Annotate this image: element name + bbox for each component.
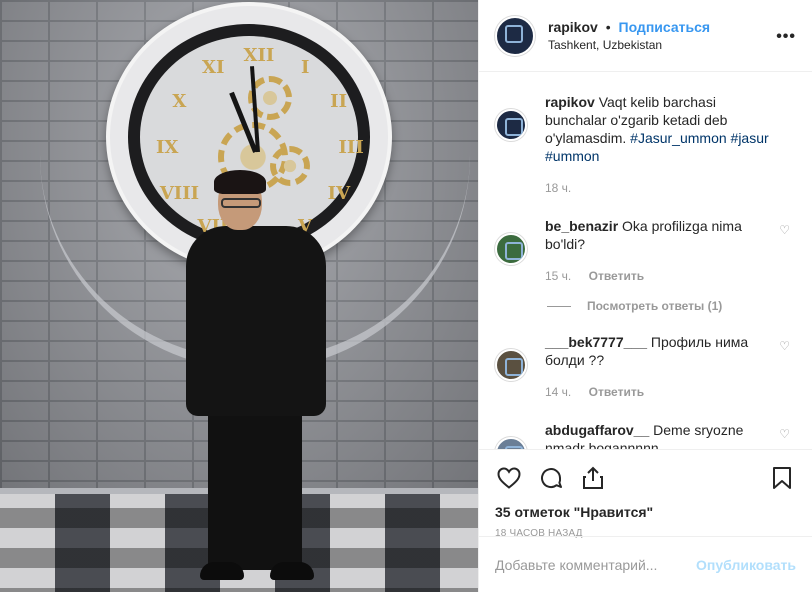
action-icons bbox=[495, 458, 796, 498]
clock-numeral: I bbox=[301, 56, 310, 78]
person-legs bbox=[208, 400, 302, 570]
post-photo[interactable]: XIIIIIIIIIVVVIVIIVIIIIXXXI bbox=[0, 0, 478, 592]
clock-numeral: XI bbox=[202, 56, 225, 78]
person-figure bbox=[180, 170, 330, 590]
comment-meta: 15 ч. Ответить bbox=[545, 267, 771, 285]
clock-numeral: XII bbox=[243, 44, 275, 66]
author-avatar[interactable] bbox=[495, 15, 535, 56]
person-suit bbox=[186, 226, 326, 416]
likes-count[interactable]: 35 отметок "Нравится" bbox=[495, 504, 796, 520]
caption: rapikov Vaqt kelib barchasi bunchalar o'… bbox=[495, 93, 796, 197]
bookmark-icon[interactable] bbox=[768, 464, 796, 492]
caption-author-avatar[interactable] bbox=[495, 109, 527, 141]
like-comment-heart-icon[interactable]: ♡ bbox=[779, 339, 790, 353]
comment-meta: 14 ч. Ответить bbox=[545, 383, 771, 401]
add-comment-bar: Опубликовать bbox=[479, 536, 812, 592]
caption-time: 18 ч. bbox=[545, 181, 572, 195]
more-options-icon[interactable]: ••• bbox=[776, 28, 796, 46]
comment-username[interactable]: ___bek7777___ bbox=[545, 334, 647, 350]
comment-input[interactable] bbox=[495, 556, 697, 573]
list-item: abdugaffarov__ Deme sryozne nmadr bogann… bbox=[495, 421, 796, 449]
reply-button[interactable]: Ответить bbox=[589, 269, 644, 283]
view-replies-line bbox=[547, 305, 571, 307]
person-glasses bbox=[221, 198, 261, 208]
comment-body: be_benazir Oka profilizga nima bo'ldi? 1… bbox=[545, 217, 771, 285]
commenter-avatar[interactable] bbox=[495, 437, 527, 449]
instagram-post-modal: XIIIIIIIIIVVVIVIIVIIIIXXXI rapikov • Под… bbox=[0, 0, 812, 592]
like-comment-heart-icon[interactable]: ♡ bbox=[779, 223, 790, 237]
list-item: ___bek7777___ Профиль нима болди ?? 14 ч… bbox=[495, 333, 796, 401]
comment-time: 14 ч. bbox=[545, 385, 572, 399]
clock-numeral: IX bbox=[156, 136, 179, 158]
post-side-panel: rapikov • Подписаться Tashkent, Uzbekist… bbox=[478, 0, 812, 592]
caption-username[interactable]: rapikov bbox=[545, 94, 595, 110]
follow-button[interactable]: Подписаться bbox=[619, 19, 711, 35]
post-actions: 35 отметок "Нравится" 18 часов назад bbox=[479, 449, 812, 539]
like-heart-icon[interactable] bbox=[495, 464, 523, 492]
comment-bubble-icon[interactable] bbox=[537, 464, 565, 492]
author-username[interactable]: rapikov bbox=[548, 19, 598, 35]
clock-numeral: IV bbox=[327, 182, 351, 204]
caption-body: rapikov Vaqt kelib barchasi bunchalar o'… bbox=[545, 93, 771, 197]
reply-button[interactable]: Ответить bbox=[589, 385, 644, 399]
list-item: be_benazir Oka profilizga nima bo'ldi? 1… bbox=[495, 217, 796, 285]
share-icon[interactable] bbox=[579, 464, 607, 492]
like-comment-heart-icon[interactable]: ♡ bbox=[779, 427, 790, 441]
person-shoe-left bbox=[200, 562, 244, 580]
publish-button[interactable]: Опубликовать bbox=[696, 557, 796, 573]
view-replies-button[interactable]: Посмотреть ответы (1) bbox=[547, 299, 796, 313]
header-text: rapikov • Подписаться Tashkent, Uzbekist… bbox=[548, 18, 710, 54]
comment-body: ___bek7777___ Профиль нима болди ?? 14 ч… bbox=[545, 333, 771, 401]
comment-time: 15 ч. bbox=[545, 269, 572, 283]
clock-numeral: X bbox=[172, 90, 187, 112]
comment-username[interactable]: be_benazir bbox=[545, 218, 618, 234]
post-header: rapikov • Подписаться Tashkent, Uzbekist… bbox=[479, 0, 812, 72]
commenter-avatar[interactable] bbox=[495, 349, 527, 381]
person-hair bbox=[214, 170, 266, 194]
post-location[interactable]: Tashkent, Uzbekistan bbox=[548, 36, 710, 54]
person-shoe-right bbox=[270, 562, 314, 580]
clock-numeral: III bbox=[338, 136, 364, 158]
commenter-avatar[interactable] bbox=[495, 233, 527, 265]
comment-body: abdugaffarov__ Deme sryozne nmadr bogann… bbox=[545, 421, 771, 449]
clock-numeral: II bbox=[330, 90, 348, 112]
view-replies-label: Посмотреть ответы (1) bbox=[587, 299, 723, 313]
header-separator: • bbox=[605, 18, 611, 35]
comments-list[interactable]: rapikov Vaqt kelib barchasi bunchalar o'… bbox=[479, 73, 812, 449]
comment-username[interactable]: abdugaffarov__ bbox=[545, 422, 649, 438]
